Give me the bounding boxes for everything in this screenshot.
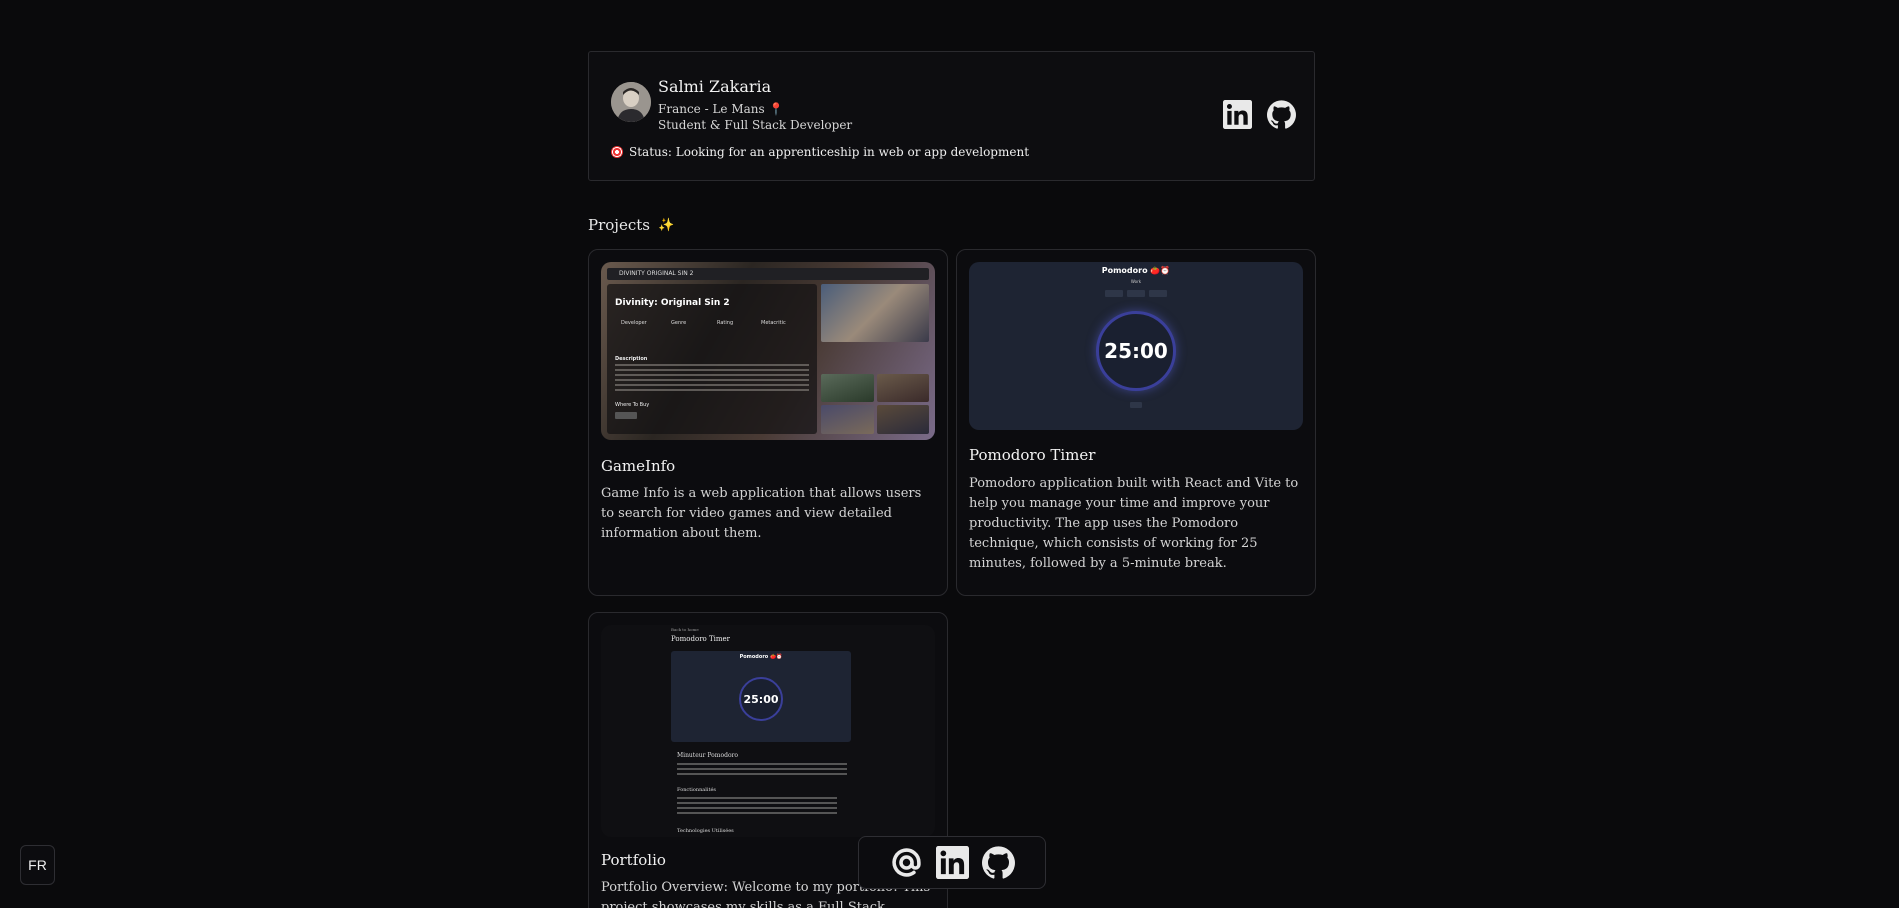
linkedin-icon[interactable] — [1223, 100, 1252, 129]
pomodoro-tab — [1105, 290, 1123, 297]
pomodoro-tab — [1149, 290, 1167, 297]
projects-title: Projects — [588, 216, 650, 234]
game-meta-genre: Genre — [671, 320, 687, 326]
avatar — [611, 82, 651, 122]
portfolio-text-lines — [677, 763, 847, 778]
portfolio-preview-timer: 25:00 — [739, 677, 783, 721]
pomodoro-mode-label: Work — [1130, 279, 1142, 284]
profile-name: Salmi Zakaria — [658, 77, 772, 96]
portfolio-preview-title: Pomodoro 🍅⏰ — [739, 654, 783, 660]
portfolio-section-heading: Technologies Utilisées — [677, 828, 734, 834]
game-screenshot — [821, 405, 874, 434]
project-title: Pomodoro Timer — [969, 446, 1096, 464]
game-meta-developer: Developer — [621, 320, 647, 326]
status-text: Status: Looking for an apprenticeship in… — [629, 145, 1030, 159]
main-container: Salmi Zakaria France - Le Mans 📍 Student… — [588, 51, 1316, 908]
game-screenshot — [876, 405, 929, 434]
game-meta-rating: Rating — [717, 320, 734, 326]
game-screenshot-gallery — [821, 284, 929, 434]
project-title: GameInfo — [601, 457, 676, 475]
github-icon[interactable] — [1267, 100, 1296, 129]
language-toggle-button[interactable]: FR — [20, 845, 55, 885]
pomodoro-tab — [1127, 290, 1145, 297]
game-where-to-buy: Where To Buy — [615, 402, 650, 408]
portfolio-preview-frame: Pomodoro 🍅⏰ 25:00 — [671, 651, 851, 742]
profile-card: Salmi Zakaria France - Le Mans 📍 Student… — [588, 51, 1315, 181]
game-store-button — [615, 412, 637, 419]
project-title: Portfolio — [601, 851, 666, 869]
game-screenshot — [876, 373, 929, 403]
pomodoro-mode-tabs — [969, 290, 1303, 297]
game-screenshot — [821, 284, 929, 342]
project-description: Pomodoro application built with React an… — [969, 476, 1299, 571]
game-description-heading: Description — [615, 356, 648, 362]
game-screenshot — [821, 373, 874, 403]
status-line: Status: Looking for an apprenticeship in… — [611, 145, 1029, 159]
game-description-lines — [615, 364, 809, 394]
game-detail-panel: Divinity: Original Sin 2 Developer Genre… — [607, 284, 817, 434]
portfolio-page-heading: Pomodoro Timer — [671, 635, 731, 643]
pomodoro-timer-circle: 25:00 — [1096, 311, 1176, 391]
pomodoro-thumbnail: Pomodoro 🍅⏰ Work 25:00 — [969, 262, 1303, 430]
contact-bar — [858, 836, 1046, 889]
portfolio-text-lines — [677, 797, 837, 817]
portfolio-section-heading: Fonctionnalités — [677, 787, 716, 793]
pomodoro-app-title: Pomodoro 🍅⏰ — [1101, 266, 1171, 275]
portfolio-section-heading: Minuteur Pomodoro — [677, 752, 739, 759]
sparkle-icon: ✨ — [657, 217, 675, 233]
social-links — [1223, 100, 1296, 129]
game-search-bar: DIVINITY ORIGINAL SIN 2 — [607, 268, 929, 280]
portfolio-back-link: Back to home — [671, 627, 699, 632]
game-title: Divinity: Original Sin 2 — [615, 298, 730, 308]
game-meta-metacritic: Metacritic — [761, 320, 786, 326]
at-sign-icon[interactable] — [890, 846, 923, 879]
portfolio-thumbnail: Back to home Pomodoro Timer Pomodoro 🍅⏰ … — [601, 625, 935, 837]
project-card-gameinfo[interactable]: DIVINITY ORIGINAL SIN 2 Divinity: Origin… — [588, 249, 948, 596]
github-icon[interactable] — [981, 846, 1015, 879]
gameinfo-thumbnail: DIVINITY ORIGINAL SIN 2 Divinity: Origin… — [601, 262, 935, 440]
project-card-pomodoro[interactable]: Pomodoro 🍅⏰ Work 25:00 Pomodoro Timer Po… — [956, 249, 1316, 596]
pomodoro-reset-button — [1130, 402, 1142, 408]
project-description: Game Info is a web application that allo… — [601, 486, 922, 541]
linkedin-icon[interactable] — [935, 846, 969, 879]
target-icon — [611, 146, 623, 158]
projects-heading: Projects ✨ — [588, 216, 674, 234]
profile-location: France - Le Mans 📍 — [658, 102, 784, 116]
profile-role: Student & Full Stack Developer — [658, 118, 853, 132]
